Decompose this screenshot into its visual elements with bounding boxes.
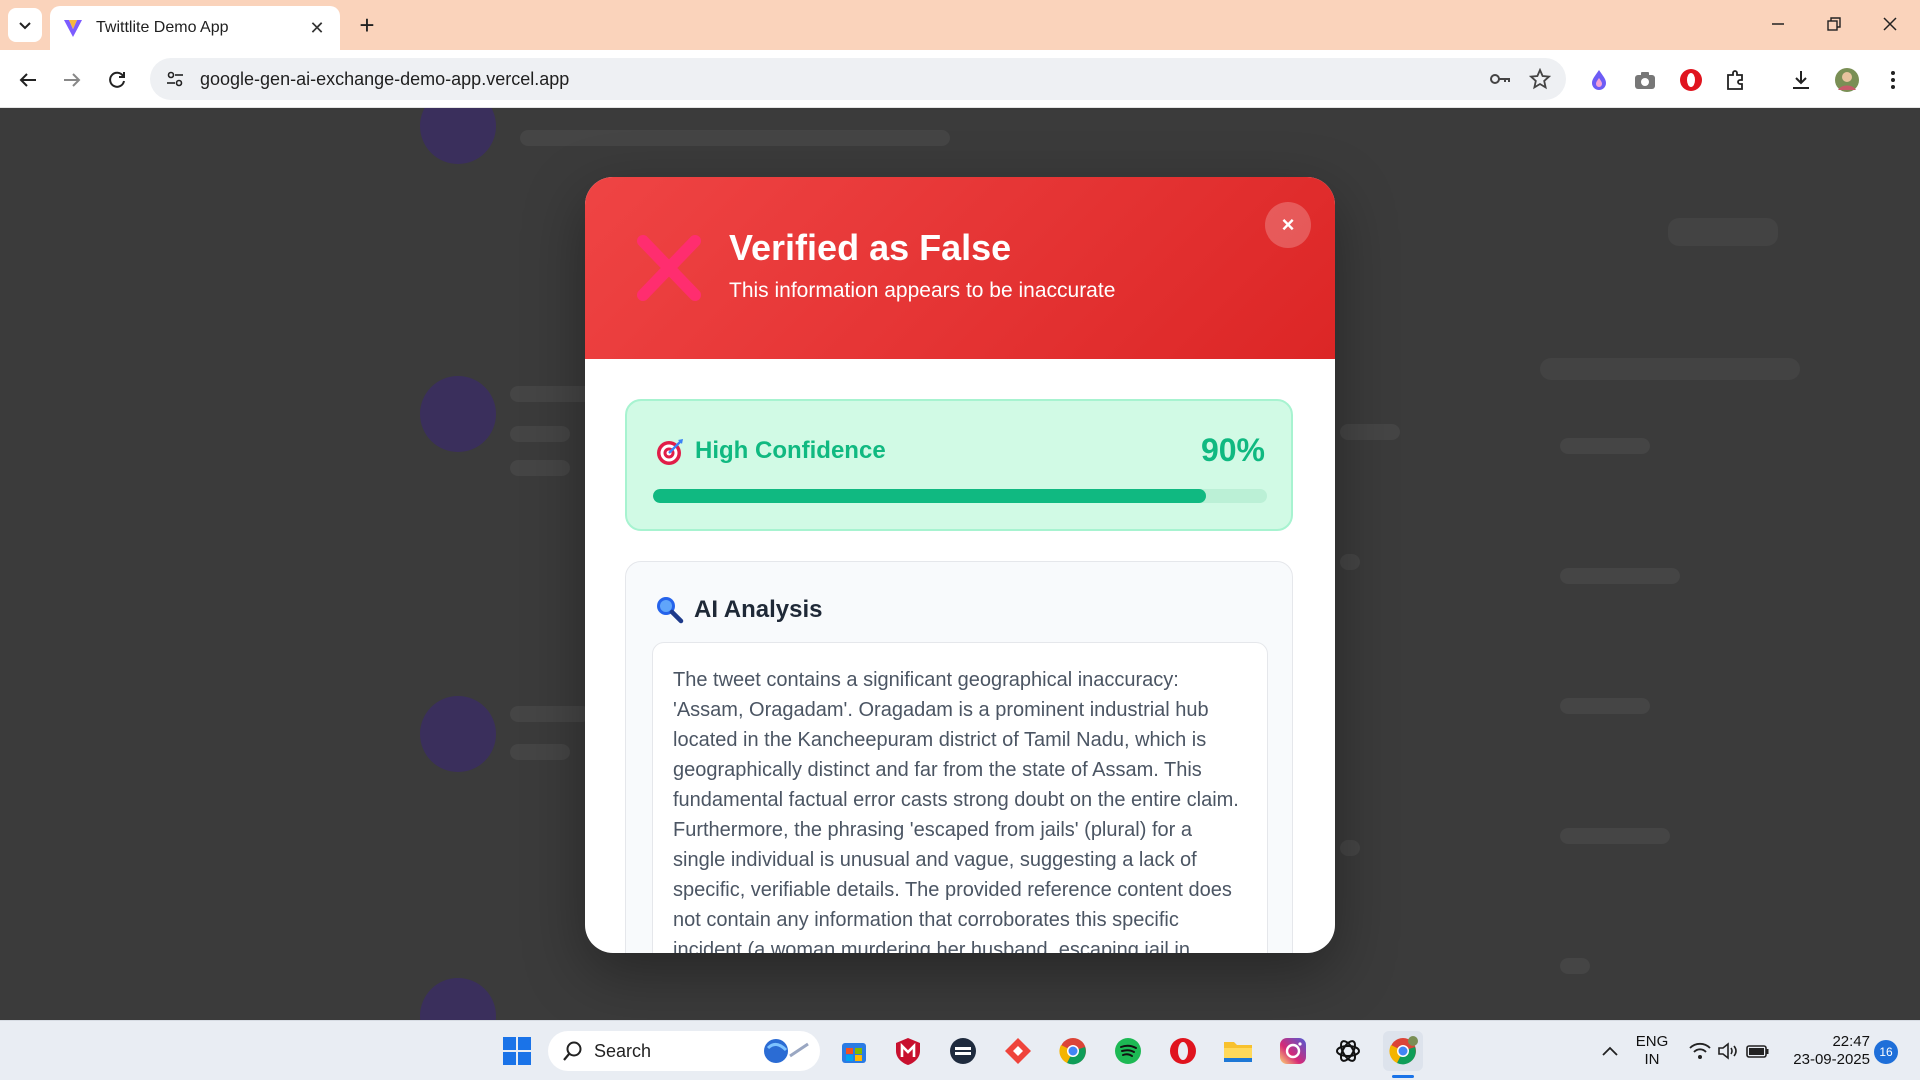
avatar bbox=[420, 696, 496, 772]
modal-title: Verified as False bbox=[729, 227, 1012, 268]
background-text-line bbox=[510, 744, 570, 760]
background-text-line bbox=[1340, 424, 1400, 440]
file-explorer-icon[interactable] bbox=[1218, 1031, 1258, 1071]
microsoft-store-icon[interactable] bbox=[834, 1031, 874, 1071]
browser-tab-bar: Twittlite Demo App ✕ + bbox=[0, 0, 1920, 50]
close-icon bbox=[1883, 17, 1897, 31]
search-label: Search bbox=[594, 1040, 652, 1061]
tab-title: Twittlite Demo App bbox=[96, 19, 229, 36]
language-indicator[interactable]: ENG IN bbox=[1632, 1033, 1672, 1069]
nxtwave-icon[interactable] bbox=[943, 1031, 983, 1071]
downloads-icon[interactable] bbox=[1784, 63, 1818, 97]
search-highlight-icon bbox=[764, 1039, 809, 1063]
background-text-line bbox=[1340, 554, 1360, 570]
background-text-line bbox=[1560, 438, 1650, 454]
new-tab-button[interactable]: + bbox=[352, 10, 382, 40]
opera-extension-icon[interactable] bbox=[1674, 63, 1708, 97]
chrome-icon[interactable] bbox=[1053, 1031, 1093, 1071]
spotify-icon[interactable] bbox=[1108, 1031, 1148, 1071]
arrow-right-icon bbox=[64, 73, 81, 87]
avatar bbox=[420, 978, 496, 1020]
url-text[interactable]: google-gen-ai-exchange-demo-app.vercel.a… bbox=[200, 69, 1480, 90]
chrome-active-icon[interactable] bbox=[1383, 1031, 1423, 1071]
notification-badge[interactable]: 16 bbox=[1874, 1040, 1898, 1064]
avatar bbox=[420, 108, 496, 164]
date-label: 23-09-2025 bbox=[1793, 1051, 1870, 1068]
minimize-icon bbox=[1772, 23, 1784, 25]
instagram-icon[interactable] bbox=[1273, 1031, 1313, 1071]
confidence-progress-bar bbox=[653, 489, 1267, 503]
magnifier-icon bbox=[657, 597, 684, 624]
background-text-line bbox=[520, 130, 950, 146]
address-bar[interactable]: google-gen-ai-exchange-demo-app.vercel.a… bbox=[150, 58, 1566, 100]
taskbar: Search ENG IN 22:47 23-09-2025 bbox=[0, 1020, 1920, 1080]
anydesk-icon[interactable] bbox=[998, 1031, 1038, 1071]
minimize-button[interactable] bbox=[1758, 8, 1798, 40]
active-app-indicator bbox=[1392, 1075, 1414, 1078]
modal-subtitle: This information appears to be inaccurat… bbox=[729, 279, 1116, 302]
analysis-text: The tweet contains a significant geograp… bbox=[673, 669, 1239, 953]
camera-icon[interactable] bbox=[1628, 63, 1662, 97]
background-text-line bbox=[510, 426, 570, 442]
region-label: IN bbox=[1644, 1051, 1660, 1068]
chevron-up-icon[interactable] bbox=[1590, 1031, 1630, 1071]
close-window-button[interactable] bbox=[1870, 8, 1910, 40]
restore-icon bbox=[1827, 17, 1841, 31]
modal-header: Verified as False This information appea… bbox=[585, 177, 1335, 359]
background-button bbox=[1668, 218, 1778, 246]
taskbar-search[interactable]: Search bbox=[548, 1031, 820, 1071]
browser-toolbar: google-gen-ai-exchange-demo-app.vercel.a… bbox=[0, 50, 1920, 108]
bookmark-star-icon[interactable] bbox=[1520, 59, 1560, 99]
back-button[interactable] bbox=[12, 64, 44, 96]
browser-menu-icon[interactable] bbox=[1876, 63, 1910, 97]
restore-button[interactable] bbox=[1814, 8, 1854, 40]
confidence-card: High Confidence 90% bbox=[625, 399, 1293, 531]
chatgpt-icon[interactable] bbox=[1328, 1031, 1368, 1071]
analysis-text-box[interactable]: The tweet contains a significant geograp… bbox=[652, 642, 1268, 953]
target-icon bbox=[657, 439, 683, 465]
forward-button[interactable] bbox=[56, 64, 88, 96]
extension-drop-icon[interactable] bbox=[1582, 63, 1616, 97]
background-text-line bbox=[1560, 958, 1590, 974]
background-text-line bbox=[1560, 828, 1670, 844]
site-info-icon[interactable] bbox=[164, 68, 186, 90]
browser-tab[interactable]: Twittlite Demo App ✕ bbox=[50, 6, 340, 50]
clock[interactable]: 22:47 23-09-2025 bbox=[1780, 1033, 1870, 1069]
mcafee-icon[interactable] bbox=[888, 1031, 928, 1071]
confidence-value: 90% bbox=[1200, 432, 1265, 468]
background-text-line bbox=[510, 460, 570, 476]
language-label: ENG bbox=[1635, 1033, 1669, 1050]
close-button[interactable]: × bbox=[1265, 202, 1311, 248]
fact-check-modal: Verified as False This information appea… bbox=[585, 177, 1335, 953]
avatar bbox=[420, 376, 496, 452]
tab-close-icon[interactable]: ✕ bbox=[306, 17, 328, 39]
background-text-line bbox=[1560, 698, 1650, 714]
extensions-puzzle-icon[interactable] bbox=[1718, 63, 1752, 97]
profile-avatar[interactable] bbox=[1830, 63, 1864, 97]
reload-button[interactable] bbox=[101, 64, 133, 96]
cross-mark-icon bbox=[637, 235, 701, 301]
arrow-left-icon bbox=[19, 73, 36, 87]
chevron-down-icon bbox=[19, 22, 31, 30]
windows-start-button[interactable] bbox=[497, 1031, 537, 1071]
confidence-progress-fill bbox=[653, 489, 1206, 503]
analysis-card: AI Analysis The tweet contains a signifi… bbox=[625, 561, 1293, 953]
background-text-line bbox=[1560, 568, 1680, 584]
search-icon bbox=[563, 1041, 582, 1061]
background-text-line bbox=[510, 706, 590, 722]
windows-logo-icon bbox=[503, 1037, 531, 1065]
reload-icon bbox=[109, 71, 125, 88]
analysis-title: AI Analysis bbox=[694, 596, 823, 623]
time-label: 22:47 bbox=[1832, 1033, 1870, 1050]
opera-icon[interactable] bbox=[1163, 1031, 1203, 1071]
background-text-line bbox=[1340, 840, 1360, 856]
app-favicon-icon bbox=[64, 20, 82, 37]
confidence-label: High Confidence bbox=[695, 437, 886, 464]
password-key-icon[interactable] bbox=[1480, 59, 1520, 99]
tab-search-button[interactable] bbox=[8, 8, 42, 42]
background-pill bbox=[1540, 358, 1800, 380]
battery-icon[interactable] bbox=[1738, 1031, 1778, 1071]
